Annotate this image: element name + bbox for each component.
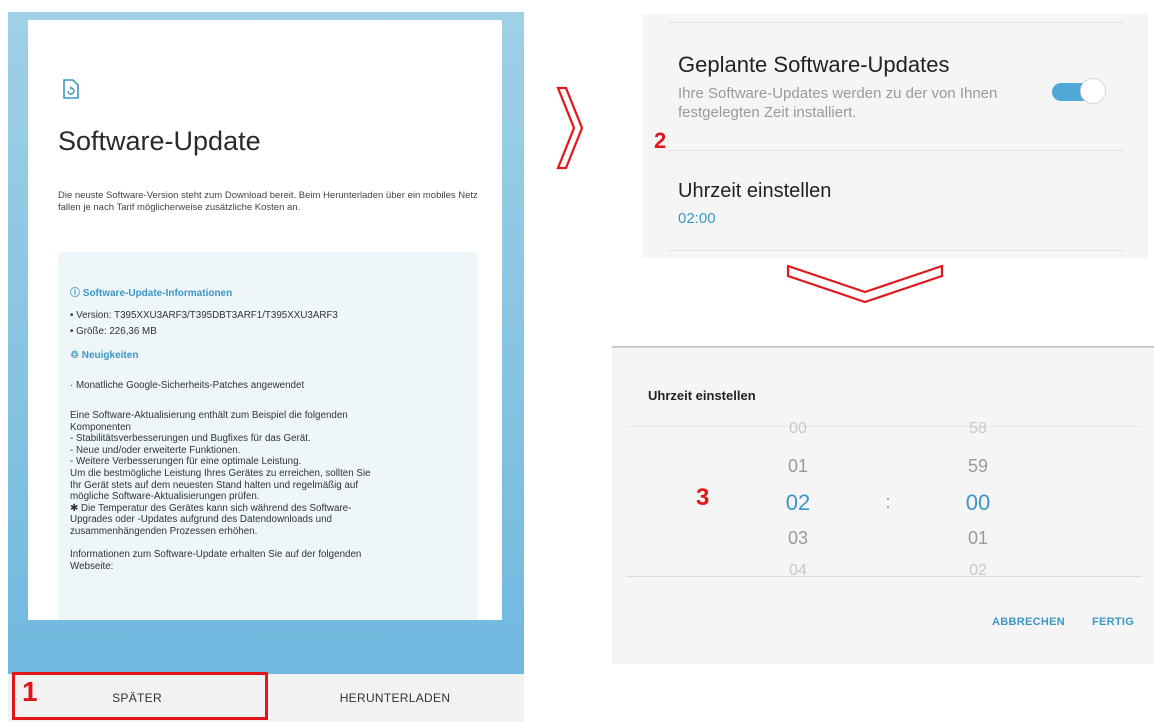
done-button[interactable]: FERTIG — [1092, 616, 1134, 628]
minute-selected[interactable]: 00 — [948, 490, 1008, 516]
chevron-right-arrow-icon — [556, 86, 584, 170]
divider — [626, 576, 1142, 577]
news-line: · Monatliche Google-Sicherheits-Patches … — [70, 380, 305, 391]
scheduled-updates-title: Geplante Software-Updates — [678, 52, 950, 77]
chevron-down-arrow-icon — [786, 264, 944, 304]
step-number-1: 1 — [22, 676, 38, 707]
time-separator: : — [885, 492, 891, 512]
update-intro-text: Die neuste Software-Version steht zum Do… — [58, 190, 478, 213]
download-button[interactable]: HERUNTERLADEN — [266, 674, 524, 722]
toggle-knob — [1080, 78, 1106, 104]
description-line: ✱ Die Temperatur des Gerätes kann sich w… — [70, 502, 352, 514]
page-title: Software-Update — [58, 126, 261, 156]
divider — [668, 22, 1124, 23]
description-line: Eine Software-Aktualisierung enthält zum… — [70, 410, 348, 421]
hour-option[interactable]: 01 — [768, 456, 828, 477]
update-info-heading-label: Software-Update-Informationen — [82, 288, 233, 299]
update-card: Software-Update Die neuste Software-Vers… — [28, 20, 502, 620]
divider — [668, 250, 1124, 251]
description-line: Um die bestmögliche Leistung Ihres Gerät… — [70, 467, 371, 479]
description-line: - Weitere Verbesserungen für eine optima… — [70, 456, 302, 468]
news-icon: ♲ — [70, 350, 82, 361]
info-icon: ⓘ — [70, 288, 83, 299]
minute-option[interactable]: 59 — [948, 456, 1008, 477]
scheduled-updates-panel: Geplante Software-Updates Ihre Software-… — [642, 14, 1148, 258]
update-info-heading: ⓘ Software-Update-Informationen — [70, 284, 232, 299]
minute-option[interactable]: 01 — [948, 528, 1008, 549]
hour-option[interactable]: 04 — [768, 562, 828, 580]
scheduled-updates-toggle[interactable] — [1048, 78, 1106, 104]
size-line: • Größe: 226,36 MB — [70, 326, 157, 337]
set-time-value: 02:00 — [678, 210, 716, 227]
minute-option[interactable]: 02 — [948, 562, 1008, 580]
description-line: mögliche Software-Aktualisierungen prüfe… — [70, 491, 260, 503]
hour-option[interactable]: 00 — [768, 420, 828, 438]
divider — [626, 426, 1142, 427]
step-number-2: 2 — [654, 128, 667, 153]
version-line: • Version: T395XXU3ARF3/T395DBT3ARF1/T39… — [70, 310, 338, 321]
update-info-box: ⓘ Software-Update-Informationen • Versio… — [58, 252, 478, 620]
update-description: Eine Software-Aktualisierung enthält zum… — [70, 410, 466, 572]
description-line: Informationen zum Software-Update erhalt… — [70, 549, 362, 561]
divider — [668, 150, 1124, 151]
cancel-button[interactable]: ABBRECHEN — [992, 616, 1065, 628]
dialog-title: Uhrzeit einstellen — [648, 388, 756, 403]
software-update-icon — [63, 79, 79, 99]
hour-selected[interactable]: 02 — [768, 490, 828, 516]
minute-option[interactable]: 58 — [948, 420, 1008, 438]
software-update-screen: Software-Update Die neuste Software-Vers… — [8, 12, 524, 722]
description-line: Komponenten — [70, 421, 132, 433]
description-line: - Stabilitätsverbesserungen und Bugfixes… — [70, 433, 311, 445]
description-line: zusammenhängenden Prozessen erhöhen. — [70, 525, 258, 537]
set-time-dialog: Uhrzeit einstellen 3 00 01 02 03 04 : 58… — [612, 348, 1154, 664]
description-line: - Neue und/oder erweiterte Funktionen. — [70, 444, 241, 456]
description-line: Webseite: — [70, 560, 114, 572]
later-button-highlight — [12, 672, 268, 720]
news-heading-label: Neuigkeiten — [81, 350, 139, 361]
description-line: Upgrades oder -Updates aufgrund des Date… — [70, 514, 332, 526]
hour-option[interactable]: 03 — [768, 528, 828, 549]
set-time-label[interactable]: Uhrzeit einstellen — [678, 180, 831, 203]
news-heading: ♲ Neuigkeiten — [70, 350, 138, 361]
description-line: Ihr Gerät stets auf dem neuesten Stand h… — [70, 479, 359, 491]
scheduled-updates-description: Ihre Software-Updates werden zu der von … — [678, 85, 998, 121]
description-line — [70, 538, 466, 550]
step-number-3: 3 — [696, 484, 710, 511]
